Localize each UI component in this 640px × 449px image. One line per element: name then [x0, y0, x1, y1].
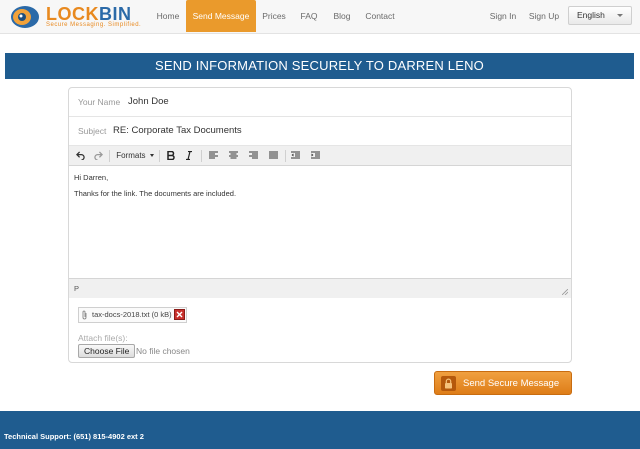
align-justify-icon [268, 151, 278, 159]
language-select[interactable]: English [568, 6, 632, 25]
chevron-down-icon [617, 14, 623, 17]
align-right-button[interactable] [247, 149, 259, 163]
padlock-glyph [445, 378, 452, 389]
lock-logo-icon [11, 6, 39, 28]
indent-icon [310, 151, 320, 159]
remove-attachment-button[interactable] [173, 309, 185, 320]
language-value: English [577, 10, 605, 20]
send-secure-message-button[interactable]: Send Secure Message [434, 371, 572, 395]
undo-button[interactable] [73, 149, 87, 163]
logo[interactable]: LOCKBIN Secure Messaging. Simplified. [6, 3, 156, 31]
attached-file-name: tax-docs-2018.txt (0 kB) [92, 310, 172, 319]
nav-blog[interactable]: Blog [328, 0, 356, 32]
name-field[interactable]: Your Name John Doe [69, 88, 571, 117]
bold-icon [167, 151, 175, 160]
toolbar-divider [201, 150, 202, 162]
align-center-icon [228, 151, 238, 159]
toolbar-divider [285, 150, 286, 162]
subject-label: Subject [78, 126, 107, 136]
align-center-button[interactable] [227, 149, 239, 163]
nav-send-message[interactable]: Send Message [186, 0, 256, 32]
bold-button[interactable] [165, 149, 177, 163]
sign-up-link[interactable]: Sign Up [526, 0, 562, 32]
attach-files-label: Attach file(s): [78, 333, 128, 343]
element-path[interactable]: P [74, 284, 79, 293]
choose-file-button[interactable]: Choose File [78, 344, 136, 358]
editor-body[interactable]: Hi Darren, Thanks for the link. The docu… [69, 166, 571, 278]
formats-dropdown[interactable]: Formats [115, 149, 155, 163]
nav-contact[interactable]: Contact [362, 0, 398, 32]
redo-icon [93, 151, 103, 160]
nav-prices[interactable]: Prices [258, 0, 290, 32]
align-left-icon [208, 151, 218, 159]
caret-down-icon [149, 154, 154, 158]
editor-toolbar: Formats [69, 146, 571, 166]
editor-statusbar: P [69, 278, 571, 298]
top-navbar: LOCKBIN Secure Messaging. Simplified. Ho… [0, 0, 640, 34]
italic-button[interactable] [183, 149, 195, 163]
message-greeting: Hi Darren, [74, 173, 109, 182]
indent-button[interactable] [309, 149, 321, 163]
attached-file-chip: tax-docs-2018.txt (0 kB) [78, 307, 187, 323]
resize-handle-icon[interactable] [562, 289, 568, 295]
logo-word-bin: BIN [99, 4, 132, 24]
logo-word-lock: LOCK [46, 4, 99, 24]
redo-button[interactable] [91, 149, 105, 163]
rich-text-editor: Formats Hi Darren, Thanks for the link. … [69, 146, 571, 298]
sign-in-link[interactable]: Sign In [486, 0, 520, 32]
align-justify-button[interactable] [267, 149, 279, 163]
nav-faq[interactable]: FAQ [296, 0, 322, 32]
page-title-banner: SEND INFORMATION SECURELY TO DARREN LENO [5, 53, 634, 79]
message-line: Thanks for the link. The documents are i… [74, 189, 237, 198]
italic-icon [186, 151, 192, 160]
close-icon [176, 311, 183, 318]
no-file-status: No file chosen [136, 346, 190, 356]
logo-tagline: Secure Messaging. Simplified. [46, 22, 142, 28]
align-left-button[interactable] [207, 149, 219, 163]
technical-support-text: Technical Support: (651) 815-4902 ext 2 [4, 432, 144, 441]
message-form: Your Name John Doe Subject RE: Corporate… [68, 87, 572, 363]
send-button-label: Send Secure Message [463, 378, 560, 389]
name-input[interactable]: John Doe [128, 96, 169, 107]
lock-icon [441, 376, 456, 391]
outdent-button[interactable] [289, 149, 301, 163]
page-footer: Technical Support: (651) 815-4902 ext 2 [0, 411, 640, 449]
name-label: Your Name [78, 97, 121, 107]
formats-label: Formats [116, 151, 146, 160]
paperclip-icon [82, 310, 87, 320]
subject-field[interactable]: Subject RE: Corporate Tax Documents [69, 117, 571, 146]
outdent-icon [290, 151, 300, 159]
undo-icon [75, 151, 85, 160]
subject-input[interactable]: RE: Corporate Tax Documents [113, 125, 242, 136]
nav-home[interactable]: Home [150, 0, 186, 32]
toolbar-divider [159, 150, 160, 162]
align-right-icon [248, 151, 258, 159]
toolbar-divider [109, 150, 110, 162]
